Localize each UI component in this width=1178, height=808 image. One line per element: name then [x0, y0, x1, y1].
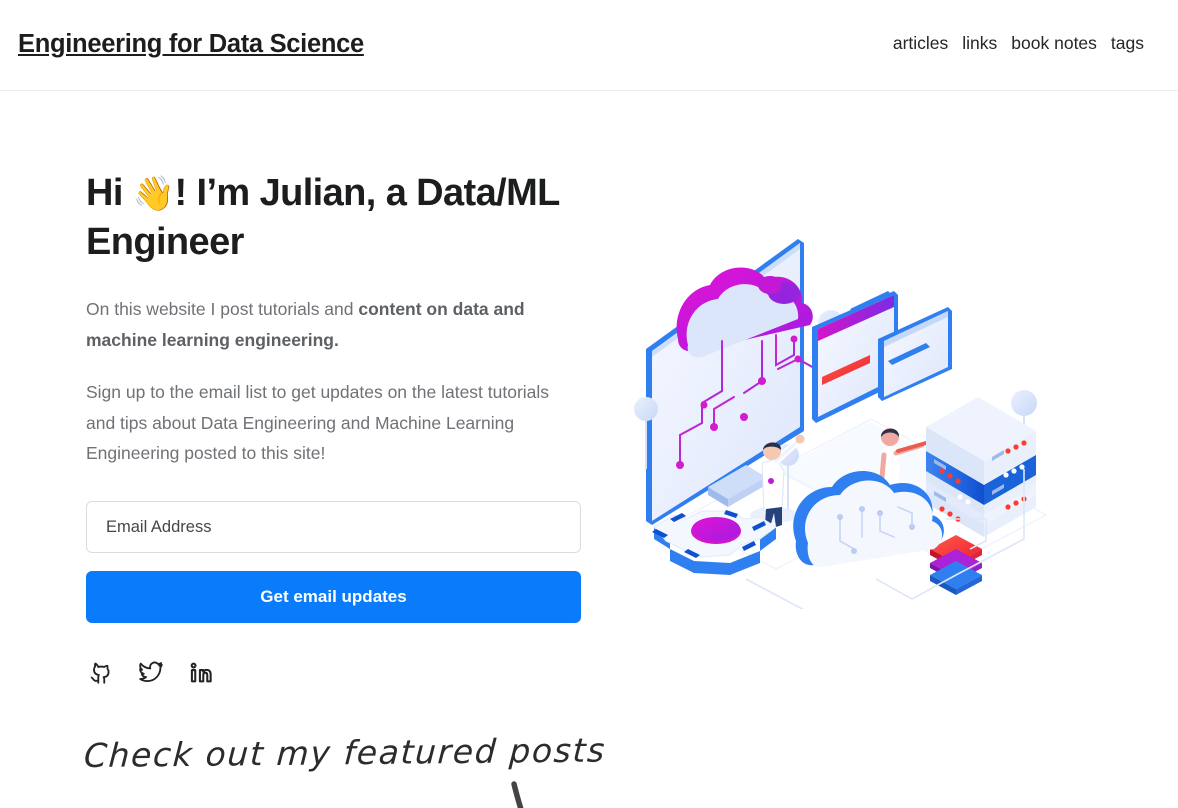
hero-paragraph-1: On this website I post tutorials and con…: [86, 294, 578, 355]
featured-posts-heading: Check out my featured posts: [82, 730, 608, 775]
email-signup-form: Get email updates: [86, 501, 581, 623]
gear-icon: [652, 510, 777, 575]
hero-paragraph-2: Sign up to the email list to get updates…: [86, 382, 550, 463]
get-email-updates-button[interactable]: Get email updates: [86, 571, 581, 623]
hero-illustration: [626, 219, 1056, 609]
site-title[interactable]: Engineering for Data Science: [18, 30, 364, 58]
twitter-icon[interactable]: [137, 659, 165, 687]
featured-posts-heading-wrap: Check out my featured posts: [83, 731, 644, 808]
hero-section: Hi 👋! I’m Julian, a Data/ML Engineer On …: [0, 91, 1178, 808]
hero-title-part1: Hi: [86, 172, 133, 214]
main-navigation: articles links book notes tags: [893, 31, 1144, 56]
github-icon[interactable]: [87, 659, 115, 687]
hero-paragraph-1-text: On this website I post tutorials and: [86, 299, 359, 319]
main-monitor: [646, 239, 820, 525]
nav-link-tags[interactable]: tags: [1111, 31, 1144, 56]
social-links: [87, 659, 215, 687]
hero-text-column: Hi 👋! I’m Julian, a Data/ML Engineer On …: [86, 169, 586, 469]
hand-drawn-arrow-icon: [414, 780, 544, 808]
page-title: Hi 👋! I’m Julian, a Data/ML Engineer: [86, 169, 586, 266]
nav-link-links[interactable]: links: [962, 31, 997, 56]
nav-link-articles[interactable]: articles: [893, 31, 948, 56]
waving-hand-emoji: 👋: [132, 175, 175, 213]
linkedin-icon[interactable]: [187, 659, 215, 687]
email-input[interactable]: [86, 501, 581, 553]
nav-link-book-notes[interactable]: book notes: [1011, 31, 1097, 56]
server-rack: [926, 397, 1036, 537]
site-header: Engineering for Data Science articles li…: [0, 0, 1178, 91]
